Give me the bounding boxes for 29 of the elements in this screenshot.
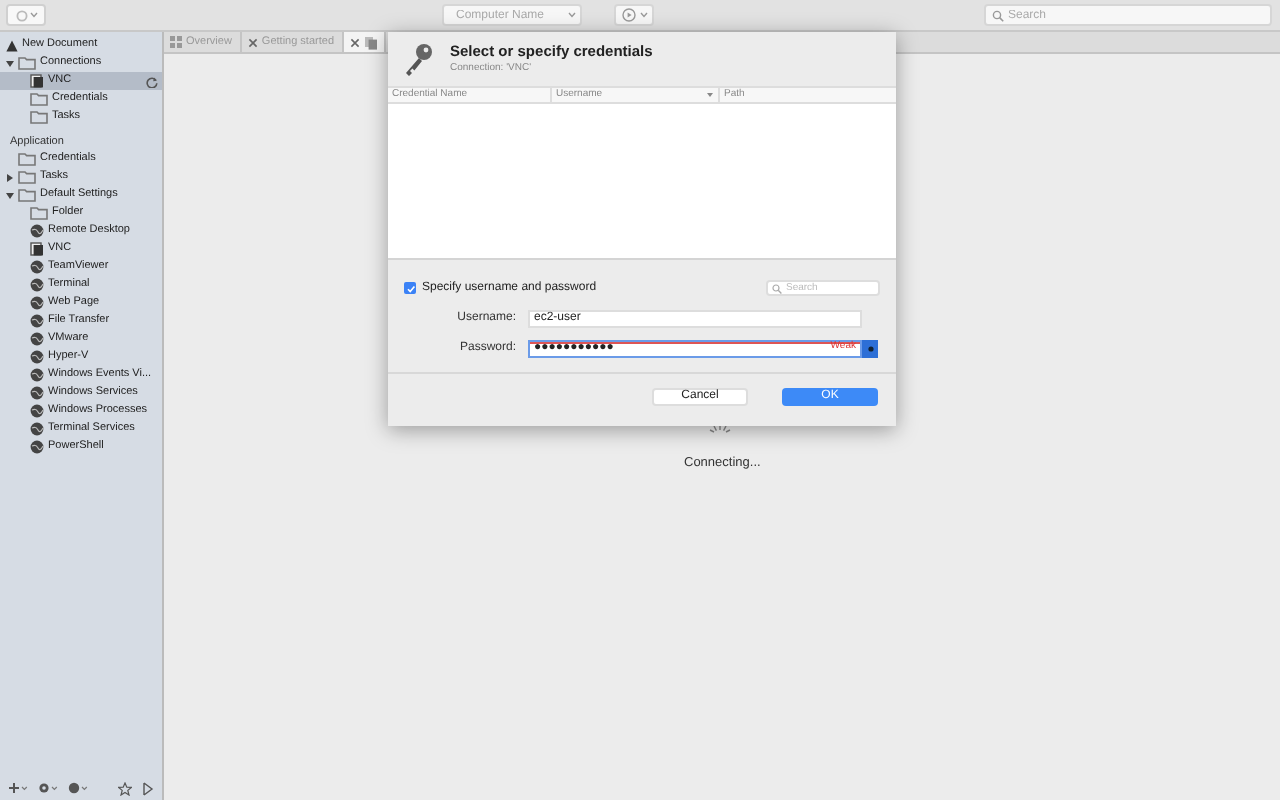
screen-icon <box>30 242 44 256</box>
expanded-arrow-icon <box>6 59 14 67</box>
refresh-icon <box>146 75 158 87</box>
grid-icon <box>170 36 182 48</box>
search-icon <box>992 9 1004 21</box>
play-icon <box>621 8 635 22</box>
play-icon <box>142 781 154 795</box>
key-icon <box>402 41 434 77</box>
caret-icon <box>29 12 37 18</box>
close-icon <box>350 37 360 47</box>
connect-button[interactable] <box>614 4 654 26</box>
app-menu-button[interactable] <box>6 4 46 26</box>
settings-icon <box>38 782 58 794</box>
sort-caret-icon <box>706 92 714 98</box>
caret-icon <box>568 12 576 18</box>
search-icon <box>772 283 782 293</box>
tab[interactable] <box>344 32 386 52</box>
dot-icon <box>867 345 873 351</box>
check-icon <box>405 283 415 293</box>
checkbox[interactable] <box>404 282 416 294</box>
collapsed-arrow-icon <box>6 173 14 181</box>
screen-icon <box>30 74 44 88</box>
add-icon <box>8 782 28 794</box>
close-icon <box>247 37 258 47</box>
password-menu-button[interactable] <box>862 339 878 357</box>
expanded-arrow-icon <box>6 191 14 199</box>
folder-icon <box>18 56 36 70</box>
caret-icon <box>639 12 647 18</box>
star-icon <box>118 781 132 795</box>
